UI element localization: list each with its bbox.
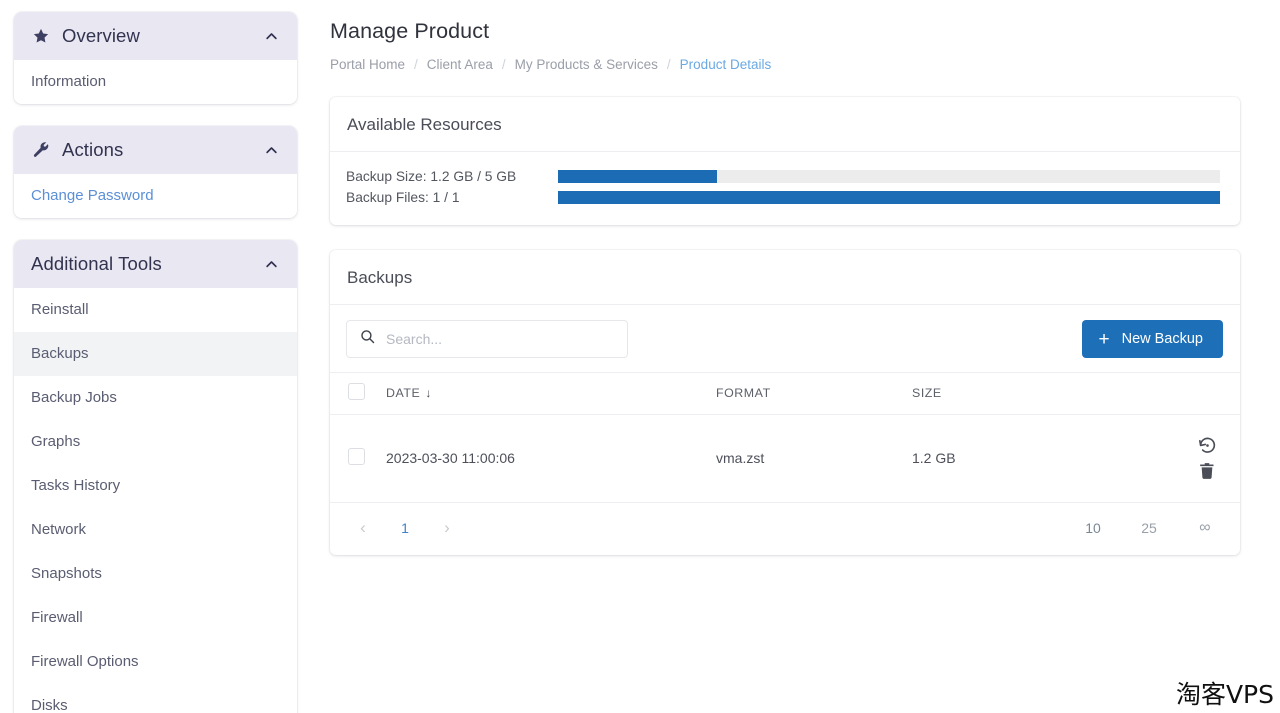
page-size-unlimited[interactable]: ∞ [1190,514,1220,542]
backup-size-progress-track [558,170,1220,183]
sidebar-item-graphs[interactable]: Graphs [14,420,297,464]
resource-label: Backup Size: 1.2 GB / 5 GB [346,169,517,184]
table-row[interactable]: 2023-03-30 11:00:06 vma.zst 1.2 GB [330,414,1240,503]
breadcrumb-item-portal-home[interactable]: Portal Home [330,57,405,72]
column-header-format[interactable]: FORMAT [716,372,912,415]
backups-toolbar: + New Backup [330,305,1240,372]
page-title: Manage Product [330,19,490,43]
sidebar-item-firewall[interactable]: Firewall [14,596,297,640]
row-checkbox[interactable] [348,448,365,465]
pagination-prev-button[interactable]: ‹ [348,514,378,542]
page-size-10[interactable]: 10 [1078,514,1108,542]
sidebar-panel-header-actions[interactable]: Actions [14,126,297,174]
row-select-cell [330,414,386,503]
cell-size: 1.2 GB [912,414,1142,503]
pagination: ‹ 1 › 10 25 ∞ [330,503,1240,555]
star-icon [31,27,50,46]
backup-files-progress-fill [558,191,1220,204]
delete-icon[interactable] [1194,458,1220,484]
sidebar-item-snapshots[interactable]: Snapshots [14,552,297,596]
resource-row-backup-size: Backup Size: 1.2 GB / 5 GB [346,169,1220,184]
chevron-up-icon[interactable] [263,256,279,272]
sidebar-panel-overview: Overview Information [14,12,297,104]
cell-date: 2023-03-30 11:00:06 [386,414,716,503]
select-all-header [330,372,386,415]
watermark: 淘客VPS [1175,680,1274,709]
new-backup-label: New Backup [1121,331,1203,347]
backup-size-progress-fill [558,170,717,183]
sidebar-item-information[interactable]: Information [14,60,297,104]
available-resources-card: Available Resources Backup Size: 1.2 GB … [330,97,1240,225]
plus-icon: + [1098,328,1110,350]
search-icon [359,328,376,350]
backups-table: DATE ↓ FORMAT SIZE 2023-03-30 11:00:06 vm… [330,372,1240,503]
breadcrumb-item-client-area[interactable]: Client Area [427,57,493,72]
breadcrumb-separator: / [666,57,671,72]
table-header-row: DATE ↓ FORMAT SIZE [330,372,1240,415]
breadcrumb-separator: / [501,57,506,72]
sidebar-item-network[interactable]: Network [14,508,297,552]
backups-card: Backups + New Backup DATE ↓ [330,250,1240,555]
main-content: Manage Product Portal Home / Client Area… [318,0,1280,713]
sidebar-panel-actions: Actions Change Password [14,126,297,218]
backups-title: Backups [330,250,1240,305]
chevron-up-icon[interactable] [263,142,279,158]
sidebar-item-backup-jobs[interactable]: Backup Jobs [14,376,297,420]
sidebar-item-disks[interactable]: Disks [14,684,297,713]
sidebar-panel-header-additional-tools[interactable]: Additional Tools [14,240,297,288]
column-header-date[interactable]: DATE ↓ [386,372,716,415]
sidebar-panel-body-overview: Information [14,60,297,104]
sidebar-item-tasks-history[interactable]: Tasks History [14,464,297,508]
available-resources-body: Backup Size: 1.2 GB / 5 GB Backup Files:… [330,152,1240,225]
sidebar-item-change-password[interactable]: Change Password [14,174,297,218]
sidebar-panel-body-additional-tools: Reinstall Backups Backup Jobs Graphs Tas… [14,288,297,713]
sidebar-panel-body-actions: Change Password [14,174,297,218]
cell-format: vma.zst [716,414,912,503]
sidebar-item-backups[interactable]: Backups [14,332,297,376]
column-header-size[interactable]: SIZE [912,372,1142,415]
select-all-checkbox[interactable] [348,383,365,400]
pagination-pages: ‹ 1 › [348,514,474,542]
sidebar-panel-title: Overview [62,25,140,46]
page-size-25[interactable]: 25 [1134,514,1164,542]
breadcrumb-separator: / [414,57,418,72]
breadcrumb: Portal Home / Client Area / My Products … [330,57,1240,72]
pagination-page-sizes: 10 25 ∞ [1052,514,1220,542]
backup-files-progress-track [558,191,1220,204]
wrench-icon [31,141,50,160]
column-header-actions [1142,372,1240,415]
sidebar-item-reinstall[interactable]: Reinstall [14,288,297,332]
pagination-next-button[interactable]: › [432,514,462,542]
sidebar-panel-title: Additional Tools [31,253,162,274]
cell-actions [1142,414,1240,503]
chevron-up-icon[interactable] [263,28,279,44]
breadcrumb-item-product-details[interactable]: Product Details [680,57,772,72]
backups-table-body: 2023-03-30 11:00:06 vma.zst 1.2 GB [330,414,1240,503]
resource-row-backup-files: Backup Files: 1 / 1 [346,190,1220,205]
resource-label: Backup Files: 1 / 1 [346,190,460,205]
search-box[interactable] [346,320,628,358]
column-header-date-label: DATE [386,386,421,400]
search-input[interactable] [386,331,615,347]
sidebar-panel-header-overview[interactable]: Overview [14,12,297,60]
sidebar: Overview Information Actions Change Pass… [14,12,297,713]
restore-icon[interactable] [1194,432,1220,458]
arrow-down-icon: ↓ [425,386,432,400]
breadcrumb-item-my-products-services[interactable]: My Products & Services [515,57,658,72]
pagination-page-1[interactable]: 1 [390,514,420,542]
sidebar-panel-title: Actions [62,139,124,160]
new-backup-button[interactable]: + New Backup [1082,320,1223,358]
sidebar-panel-additional-tools: Additional Tools Reinstall Backups Backu… [14,240,297,713]
backups-table-head: DATE ↓ FORMAT SIZE [330,372,1240,415]
sidebar-item-firewall-options[interactable]: Firewall Options [14,640,297,684]
available-resources-title: Available Resources [330,97,1240,152]
